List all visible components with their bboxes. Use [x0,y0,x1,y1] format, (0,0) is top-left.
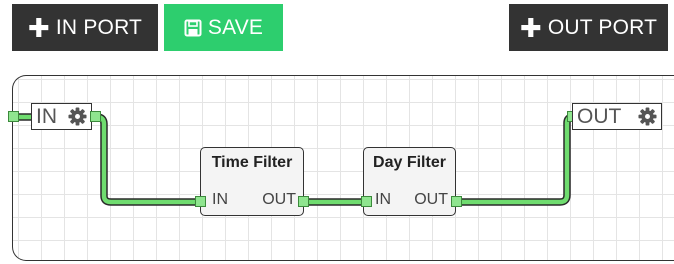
gear-icon[interactable] [68,107,87,132]
add-in-port-button[interactable]: ✚ IN PORT [12,4,158,51]
in-port-node[interactable]: IN [31,103,92,130]
node-title: Day Filter [373,154,446,171]
in-port-label: IN [36,104,57,128]
out-port-label: OUT [577,104,622,128]
node-output-label: OUT [414,191,448,208]
node-input-label: IN [375,191,391,208]
plus-icon: ✚ [519,12,542,43]
gear-icon[interactable] [638,107,657,132]
node-input-label: IN [212,191,228,208]
save-button-label: SAVE [207,15,264,39]
node-title: Time Filter [211,154,293,171]
in-port-button-label: IN PORT [55,15,143,39]
day-filter-input-connector[interactable] [361,196,372,207]
time-filter-node[interactable]: Time Filter IN OUT [200,147,304,216]
time-filter-output-connector[interactable] [298,196,309,207]
add-out-port-button[interactable]: ✚ OUT PORT [509,4,668,51]
day-filter-node[interactable]: Day Filter IN OUT [363,147,456,216]
time-filter-input-connector[interactable] [195,196,206,207]
in-port-connector[interactable] [90,111,101,122]
out-port-node[interactable]: OUT [572,103,662,130]
floppy-disk-icon [184,19,202,37]
in-port-outer-connector[interactable] [8,111,19,122]
node-output-label: OUT [262,191,296,208]
out-port-button-label: OUT PORT [547,15,658,39]
save-button[interactable]: SAVE [164,4,283,51]
plus-icon: ✚ [27,12,50,43]
day-filter-output-connector[interactable] [451,196,462,207]
